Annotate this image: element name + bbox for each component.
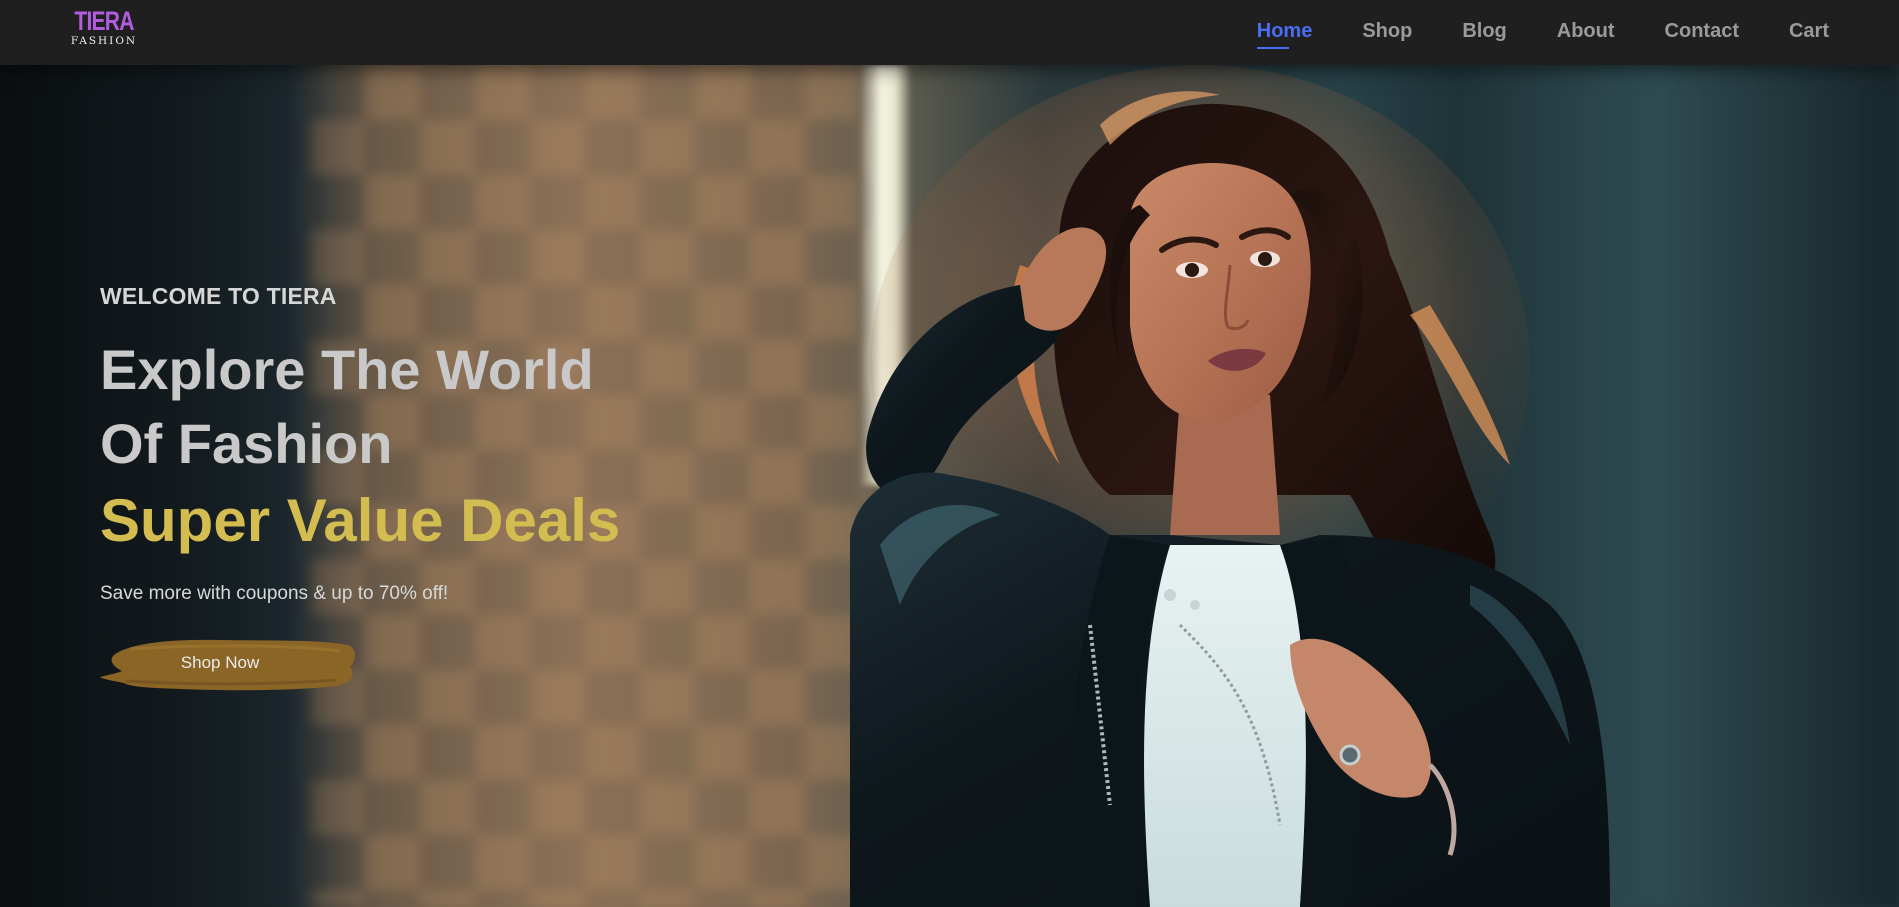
nav-link-contact[interactable]: Contact (1665, 16, 1739, 49)
nav-link-home[interactable]: Home (1256, 16, 1312, 49)
hero-deals-heading: Super Value Deals (100, 487, 621, 554)
hero-subtext: Save more with coupons & up to 70% off! (100, 583, 449, 604)
nav-link-about[interactable]: About (1557, 16, 1615, 49)
hero-model-image (850, 65, 1610, 907)
nav-link-cart[interactable]: Cart (1789, 16, 1829, 49)
shop-now-button[interactable]: Shop Now (100, 631, 360, 695)
hero-eyebrow: WELCOME TO TIERA (100, 283, 337, 309)
logo-wordmark: TIERA (74, 6, 134, 36)
hero-headline-line1: Explore The World (100, 338, 594, 401)
hero-banner: WELCOME TO TIERA Explore The World Of Fa… (0, 65, 1899, 907)
logo-tagline: FASHION (70, 35, 138, 47)
site-logo[interactable]: TIERA FASHION (62, 8, 146, 50)
nav-link-blog[interactable]: Blog (1462, 16, 1506, 49)
hero-headline-line2: Of Fashion (100, 412, 393, 475)
hero-content: WELCOME TO TIERA Explore The World Of Fa… (100, 283, 800, 695)
main-nav: Home Shop Blog About Contact Cart (1256, 0, 1829, 65)
nav-link-shop[interactable]: Shop (1362, 16, 1412, 49)
site-header: TIERA FASHION Home Shop Blog About Conta… (0, 0, 1899, 65)
shop-now-label: Shop Now (180, 653, 260, 672)
hero-headline: Explore The World Of Fashion (100, 333, 800, 481)
